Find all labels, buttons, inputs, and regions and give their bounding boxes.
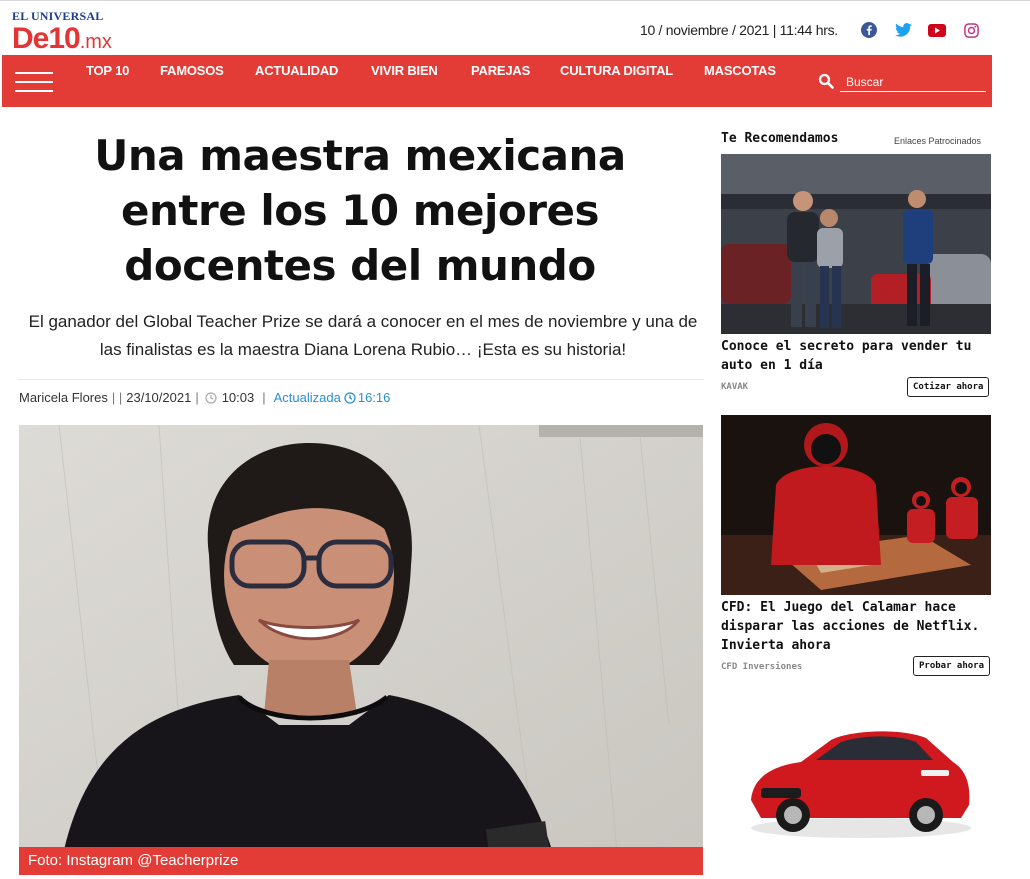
meta-separator: | bbox=[195, 390, 199, 405]
nav-item-vivir-bien[interactable]: VIVIR BIEN bbox=[371, 63, 438, 78]
updated-label: Actualizada bbox=[273, 390, 341, 405]
youtube-icon[interactable] bbox=[928, 21, 946, 39]
publish-date: 23/10/2021 bbox=[126, 390, 192, 405]
logo-de10: De10 bbox=[12, 22, 81, 55]
nav-item-mascotas[interactable]: MASCOTAS bbox=[704, 63, 776, 78]
updated-time: 16:16 bbox=[357, 390, 391, 405]
ad-image-cfd[interactable] bbox=[721, 415, 991, 595]
facebook-icon[interactable] bbox=[860, 21, 878, 39]
top-header: EL UNIVERSAL De10.mx 10 / noviembre / 20… bbox=[0, 0, 1030, 55]
article-meta: Maricela Flores | | 23/10/2021 | 10:03 |… bbox=[19, 390, 390, 405]
car-ad-banner[interactable] bbox=[721, 700, 991, 850]
updated-clock-icon bbox=[344, 391, 356, 404]
article-photo[interactable]: Foto: Instagram @Teacherprize bbox=[19, 425, 703, 875]
ad-image-kavak[interactable] bbox=[721, 154, 991, 334]
probar-button[interactable]: Probar ahora bbox=[913, 656, 991, 676]
nav-item-cultura-digital[interactable]: CULTURA DIGITAL bbox=[560, 63, 673, 78]
meta-separator: | bbox=[262, 390, 266, 405]
meta-separator: | | bbox=[111, 390, 123, 405]
site-logo[interactable]: EL UNIVERSAL De10.mx bbox=[12, 9, 132, 56]
squid-game-ad-photo bbox=[721, 415, 991, 595]
article-headline: Una maestra mexicana entre los 10 mejore… bbox=[94, 131, 626, 290]
current-date: 10 / noviembre / 2021 | 11:44 hrs. bbox=[640, 22, 838, 38]
teacher-portrait bbox=[19, 425, 703, 875]
logo-main: De10.mx bbox=[12, 22, 132, 56]
author-name[interactable]: Maricela Flores bbox=[19, 390, 108, 405]
sidebar-title: Te Recomendamos bbox=[721, 131, 839, 146]
clock-icon bbox=[205, 391, 217, 404]
divider bbox=[18, 379, 704, 380]
main-nav: TOP 10 FAMOSOS ACTUALIDAD VIVIR BIEN PAR… bbox=[2, 55, 992, 107]
photo-caption: Foto: Instagram @Teacherprize bbox=[19, 847, 703, 875]
cotizar-button[interactable]: Cotizar ahora bbox=[907, 377, 990, 397]
ad-title-cfd[interactable]: CFD: El Juego del Calamar hace disparar … bbox=[721, 598, 996, 655]
publish-time: 10:03 bbox=[221, 390, 255, 405]
menu-icon[interactable] bbox=[15, 72, 53, 92]
search-icon[interactable] bbox=[818, 73, 834, 89]
ad-source-cfd: CFD Inversiones bbox=[721, 662, 803, 672]
article-summary: El ganador del Global Teacher Prize se d… bbox=[28, 312, 698, 359]
nav-item-actualidad[interactable]: ACTUALIDAD bbox=[255, 63, 338, 78]
ad-source-kavak: KAVAK bbox=[721, 382, 749, 392]
search-input[interactable] bbox=[840, 72, 986, 92]
logo-mx: .mx bbox=[79, 31, 112, 53]
nav-item-famosos[interactable]: FAMOSOS bbox=[160, 63, 224, 78]
twitter-icon[interactable] bbox=[894, 21, 912, 39]
instagram-icon[interactable] bbox=[962, 21, 980, 39]
kavak-ad-photo bbox=[721, 154, 991, 334]
nav-item-top10[interactable]: TOP 10 bbox=[86, 63, 129, 78]
nav-item-parejas[interactable]: PAREJAS bbox=[471, 63, 530, 78]
sponsored-label[interactable]: Enlaces Patrocinados bbox=[894, 136, 981, 146]
ad-title-kavak[interactable]: Conoce el secreto para vender tu auto en… bbox=[721, 337, 996, 375]
red-suv-image bbox=[721, 700, 991, 850]
